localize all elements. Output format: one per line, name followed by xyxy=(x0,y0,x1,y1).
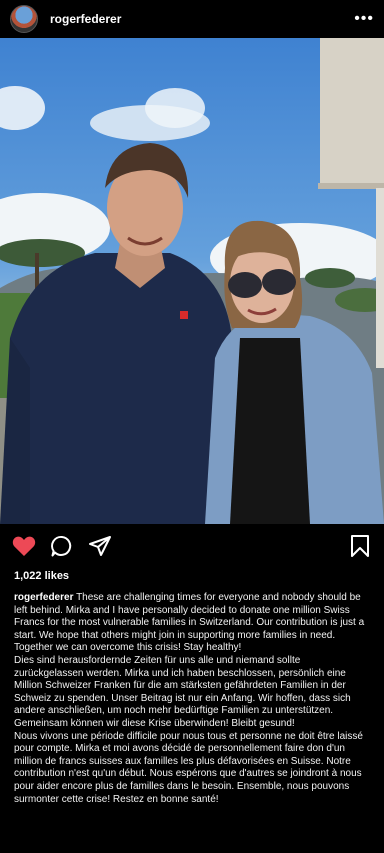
post-username[interactable]: rogerfederer xyxy=(50,12,121,26)
post-photo[interactable] xyxy=(0,38,384,524)
caption-username[interactable]: rogerfederer xyxy=(14,592,73,603)
caption-english: rogerfederer These are challenging times… xyxy=(14,592,370,655)
share-icon[interactable] xyxy=(88,534,112,558)
post-caption: rogerfederer These are challenging times… xyxy=(0,582,384,806)
caption-text-fr: Nous vivons une période difficile pour n… xyxy=(14,730,363,805)
comment-icon[interactable] xyxy=(50,534,74,558)
likes-count[interactable]: 1,022 likes xyxy=(0,568,384,582)
photo-illustration xyxy=(0,38,384,524)
post-header: rogerfederer ••• xyxy=(0,0,384,38)
avatar[interactable] xyxy=(10,5,38,33)
caption-text-de: Dies sind herausfordernde Zeiten für uns… xyxy=(14,654,351,729)
bookmark-icon[interactable] xyxy=(348,534,372,558)
post-actions xyxy=(0,524,384,568)
more-options-icon[interactable]: ••• xyxy=(354,11,374,27)
heart-icon[interactable] xyxy=(12,534,36,558)
